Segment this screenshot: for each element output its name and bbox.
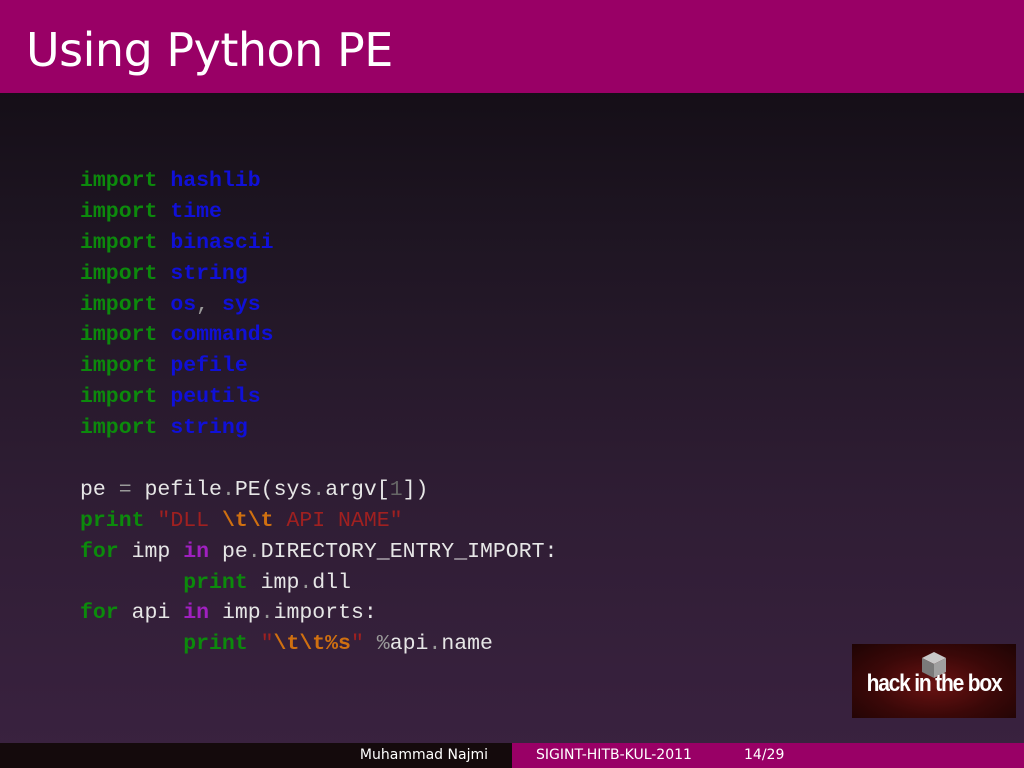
code-token: dll [312,570,351,595]
code-token: imports: [273,601,377,626]
code-line: import string [80,259,557,290]
code-block: import hashlib import time import binascii… [80,166,557,660]
code-token: time [170,199,222,224]
code-token: peutils [170,385,261,410]
code-token: import [80,416,158,441]
code-token: . [247,539,261,564]
code-token: name [441,632,493,657]
code-token: import [80,230,158,255]
code-token: ]) [402,477,429,502]
code-token: in [183,539,210,564]
code-line: import binascii [80,228,557,259]
code-line: for api in imp.imports: [80,598,557,629]
code-token: sys [221,292,261,317]
code-token: binascii [170,230,274,255]
code-line: print "\t\t%s" %api.name [80,629,557,660]
code-token: pefile [170,354,248,379]
code-token: pe [80,477,119,502]
code-token: , [196,292,222,317]
code-token: import [80,385,158,410]
code-token: 1 [389,477,403,502]
code-line: import os, sys [80,290,557,321]
code-token: imp [118,539,184,564]
logo-text: hack in the box [866,670,1003,697]
code-token: os [170,292,197,317]
code-line: print imp.dll [80,568,557,599]
code-token: import [80,354,158,379]
code-token: DIRECTORY_ENTRY_IMPORT: [260,539,558,564]
code-token: commands [170,323,274,348]
code-token: imp [247,570,300,595]
code-token: import [80,261,158,286]
code-token: imp [209,601,261,626]
code-line: import time [80,197,557,228]
page-number: 14/29 [744,747,785,763]
code-token: import [80,169,158,193]
code-token: . [299,570,313,595]
code-token: import [80,199,158,224]
code-token: print [183,632,248,657]
code-token: string [170,416,248,441]
code-token: " [350,632,364,657]
code-token: pefile [131,477,222,502]
code-line: import pefile [80,351,557,382]
code-token: import [80,292,158,317]
code-token: in [183,601,210,626]
code-token: print [80,508,145,533]
code-token: for [80,539,119,564]
footer-event: SIGINT-HITB-KUL-2011 [536,747,692,763]
code-token: api [389,632,429,657]
code-line: pe = pefile.PE(sys.argv[1]) [80,475,557,506]
code-token: % [376,632,390,657]
code-line: import peutils [80,382,557,413]
slide-footer: Muhammad Najmi SIGINT-HITB-KUL-2011 14/2… [0,743,1024,768]
code-token: string [170,261,248,286]
code-token: . [428,632,442,657]
footer-author: Muhammad Najmi [359,747,488,763]
code-token: " [260,632,274,657]
code-token: import [80,323,158,348]
code-token: print [183,570,248,595]
slide-header: Using Python PE [0,0,1024,93]
code-token: = [118,477,132,502]
code-token: PE(sys [234,477,313,502]
code-token: api [118,601,184,626]
code-line: import hashlib [80,166,557,197]
code-token: hashlib [170,169,261,193]
code-token: \t\t [221,508,274,533]
footer-right: SIGINT-HITB-KUL-2011 14/29 [512,743,1024,768]
code-token: API NAME" [273,508,403,533]
code-token: argv[ [325,477,390,502]
code-token: "DLL [157,508,222,533]
code-line: print "DLL \t\t API NAME" [80,506,557,537]
slide-title: Using Python PE [26,23,393,77]
code-token: \t\t%s [273,632,351,657]
code-line: import commands [80,320,557,351]
code-token: pe [209,539,248,564]
code-token: for [80,601,119,626]
hitb-logo: hack in the box [852,644,1016,718]
code-token: . [221,477,235,502]
code-line: import string [80,413,557,444]
code-token: . [312,477,326,502]
code-line: for imp in pe.DIRECTORY_ENTRY_IMPORT: [80,537,557,568]
code-token: . [260,601,274,626]
